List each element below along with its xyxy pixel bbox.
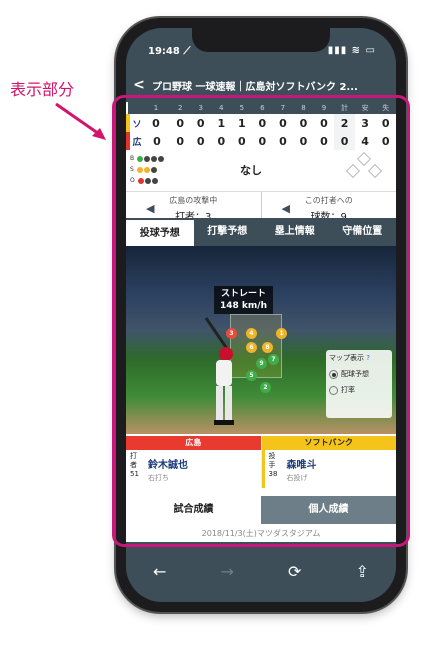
browser-toolbar: ← → ⟳ ⇪: [126, 542, 396, 602]
callout-arrow-icon: [55, 102, 106, 140]
callout-label: 表示部分: [10, 80, 75, 99]
status-icons: ▮▮▮ ≋ ▭: [327, 45, 376, 56]
back-chevron-icon[interactable]: <: [126, 77, 152, 93]
reload-icon[interactable]: ⟳: [288, 562, 301, 581]
page-title: プロ野球 一球速報｜広島対ソフトバンク 2...: [152, 81, 358, 93]
forward-arrow-icon[interactable]: →: [221, 562, 234, 581]
status-time: 19:48 ⟋: [148, 46, 191, 57]
share-icon[interactable]: ⇪: [356, 562, 369, 581]
notch: [192, 28, 330, 52]
back-arrow-icon[interactable]: ←: [153, 562, 166, 581]
highlight-frame: [112, 95, 410, 547]
